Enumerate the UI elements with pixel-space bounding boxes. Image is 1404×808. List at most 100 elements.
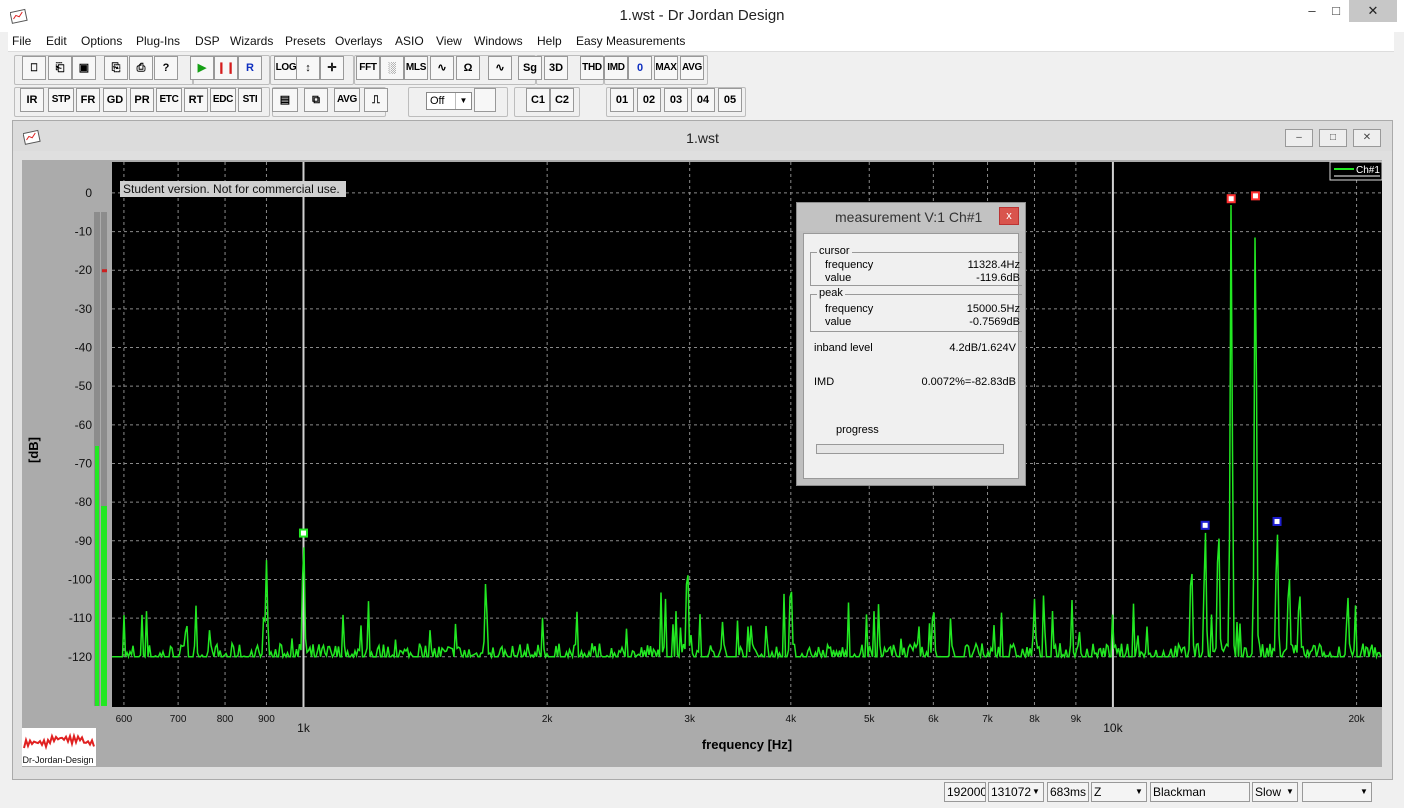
gd-button[interactable]: GD bbox=[103, 88, 127, 112]
max-button[interactable]: MAX bbox=[654, 56, 678, 80]
cursor-group-label: cursor bbox=[817, 245, 852, 257]
imd-label: IMD bbox=[814, 376, 835, 388]
cursor-value-label: value bbox=[825, 272, 852, 284]
measurement-title[interactable]: measurement V:1 Ch#1 bbox=[797, 203, 1025, 231]
window-function-field: Blackman bbox=[1150, 782, 1250, 802]
color-swatch-button[interactable] bbox=[474, 88, 496, 112]
menu-dsp[interactable]: DSP bbox=[195, 34, 220, 48]
impedance-button[interactable]: Ω bbox=[456, 56, 480, 80]
fft-size-value: 131072 bbox=[991, 785, 1032, 799]
inband-level-value: 4.2dB/1.624V bbox=[949, 342, 1016, 354]
save-button[interactable]: ▣ bbox=[72, 56, 96, 80]
sweep-button[interactable]: ∿ bbox=[488, 56, 512, 80]
menu-view[interactable]: View bbox=[436, 34, 462, 48]
3d-button[interactable]: 3D bbox=[544, 56, 568, 80]
open-button[interactable]: ⎗ bbox=[48, 56, 72, 80]
child-window: 1.wst – □ ✕ bbox=[12, 120, 1393, 780]
measurement-dialog[interactable]: measurement V:1 Ch#1 x cursor frequency … bbox=[796, 202, 1026, 486]
close-icon[interactable]: x bbox=[999, 207, 1019, 225]
menu-bar: File Edit Options Plug-Ins DSP Wizards Presets… bbox=[8, 32, 1394, 52]
chevron-down-icon: ▼ bbox=[1032, 787, 1040, 796]
inband-level-label: inband level bbox=[814, 342, 873, 354]
log-button[interactable]: LOG bbox=[274, 56, 298, 80]
pan-button[interactable]: ✛ bbox=[320, 56, 344, 80]
mls-button[interactable]: MLS bbox=[404, 56, 428, 80]
child-close-button[interactable]: ✕ bbox=[1353, 129, 1381, 147]
close-button[interactable]: ✕ bbox=[1349, 0, 1397, 22]
avg-button[interactable]: AVG bbox=[680, 56, 704, 80]
child-minimize-button[interactable]: – bbox=[1285, 129, 1313, 147]
peak-group: peak frequency 15000.5Hz value -0.7569dB bbox=[810, 287, 1022, 332]
menu-easy-measurements[interactable]: Easy Measurements bbox=[576, 34, 685, 48]
menu-presets[interactable]: Presets bbox=[285, 34, 326, 48]
peak-value-label: value bbox=[825, 316, 852, 328]
copy-button[interactable]: ⎘ bbox=[104, 56, 128, 80]
play-button[interactable]: ▶ bbox=[190, 56, 214, 80]
menu-overlays[interactable]: Overlays bbox=[335, 34, 382, 48]
filter-button[interactable]: ⎍ bbox=[364, 88, 388, 112]
overlay-04-button[interactable]: 04 bbox=[691, 88, 715, 112]
child-maximize-button[interactable]: □ bbox=[1319, 129, 1347, 147]
menu-options[interactable]: Options bbox=[81, 34, 122, 48]
fft-size-select[interactable]: 131072 ▼ bbox=[988, 782, 1044, 802]
fr-button[interactable]: FR bbox=[76, 88, 100, 112]
menu-wizards[interactable]: Wizards bbox=[230, 34, 273, 48]
avg-display-button[interactable]: AVG bbox=[334, 88, 360, 112]
maximize-button[interactable]: □ bbox=[1321, 0, 1351, 22]
signal-generator-button[interactable]: Sg bbox=[518, 56, 542, 80]
channel-c2-button[interactable]: C2 bbox=[550, 88, 574, 112]
overlay-01-button[interactable]: 01 bbox=[610, 88, 634, 112]
menu-windows[interactable]: Windows bbox=[474, 34, 523, 48]
progress-bar bbox=[816, 444, 1004, 454]
menu-file[interactable]: File bbox=[12, 34, 31, 48]
sti-button[interactable]: STI bbox=[238, 88, 262, 112]
thd-button[interactable]: THD bbox=[580, 56, 604, 80]
zero-button[interactable]: 0 bbox=[628, 56, 652, 80]
channel-c1-button[interactable]: C1 bbox=[526, 88, 550, 112]
peak-value-value: -0.7569dB bbox=[969, 316, 1020, 328]
weighting-select[interactable]: Z ▼ bbox=[1091, 782, 1147, 802]
measurement-panel: cursor frequency 11328.4Hz value -119.6d… bbox=[803, 233, 1022, 479]
windows-button[interactable]: ⧉ bbox=[304, 88, 328, 112]
menu-asio[interactable]: ASIO bbox=[395, 34, 424, 48]
chevron-down-icon: ▼ bbox=[1360, 787, 1368, 796]
peak-group-label: peak bbox=[817, 287, 845, 299]
layers-button[interactable]: ▤ bbox=[272, 88, 298, 112]
ir-button[interactable]: IR bbox=[20, 88, 44, 112]
time-field: 683ms bbox=[1047, 782, 1089, 802]
chevron-down-icon: ▼ bbox=[1135, 787, 1143, 796]
sample-rate-field: 192000 bbox=[944, 782, 986, 802]
menu-edit[interactable]: Edit bbox=[46, 34, 67, 48]
stp-button[interactable]: STP bbox=[48, 88, 74, 112]
overlay-02-button[interactable]: 02 bbox=[637, 88, 661, 112]
weighting-value: Z bbox=[1094, 785, 1102, 799]
overlay-05-button[interactable]: 05 bbox=[718, 88, 742, 112]
new-button[interactable]: ⎕ bbox=[22, 56, 46, 80]
menu-plug-ins[interactable]: Plug-Ins bbox=[136, 34, 180, 48]
window-titlebar: 1.wst - Dr Jordan Design – □ ✕ bbox=[0, 0, 1404, 32]
record-button[interactable]: R bbox=[238, 56, 262, 80]
speed-select[interactable]: Slow ▼ bbox=[1252, 782, 1298, 802]
cursor-frequency-label: frequency bbox=[825, 259, 874, 271]
print-button[interactable]: ⎙ bbox=[129, 56, 153, 80]
peak-frequency-value: 15000.5Hz bbox=[966, 303, 1020, 315]
menu-help[interactable]: Help bbox=[537, 34, 562, 48]
pause-button[interactable]: ❙❙ bbox=[214, 56, 238, 80]
etc-button[interactable]: ETC bbox=[156, 88, 182, 112]
overlay-03-button[interactable]: 03 bbox=[664, 88, 688, 112]
chevron-down-icon: ▼ bbox=[1286, 787, 1294, 796]
extra-select[interactable]: ▼ bbox=[1302, 782, 1372, 802]
help-button[interactable]: ? bbox=[154, 56, 178, 80]
pr-button[interactable]: PR bbox=[130, 88, 154, 112]
edc-button[interactable]: EDC bbox=[210, 88, 236, 112]
vertical-zoom-button[interactable]: ↕ bbox=[296, 56, 320, 80]
imd-button[interactable]: IMD bbox=[604, 56, 628, 80]
peak-frequency-label: frequency bbox=[825, 303, 874, 315]
cursor-value-value: -119.6dB bbox=[976, 272, 1020, 284]
fft-button[interactable]: FFT bbox=[356, 56, 380, 80]
toolbar-main: ⎕ ⎗ ▣ ⎘ ⎙? ▶ ❙❙ R LOG ↕ ✛ FFT ░ MLS ∿ Ω ∿ Sg 3D THD IMD 0 MAX A… bbox=[8, 53, 1394, 87]
rt-button[interactable]: RT bbox=[184, 88, 208, 112]
spectrum-button[interactable]: ░ bbox=[380, 56, 404, 80]
waveform-button[interactable]: ∿ bbox=[430, 56, 454, 80]
cursor-frequency-value: 11328.4Hz bbox=[967, 259, 1020, 271]
